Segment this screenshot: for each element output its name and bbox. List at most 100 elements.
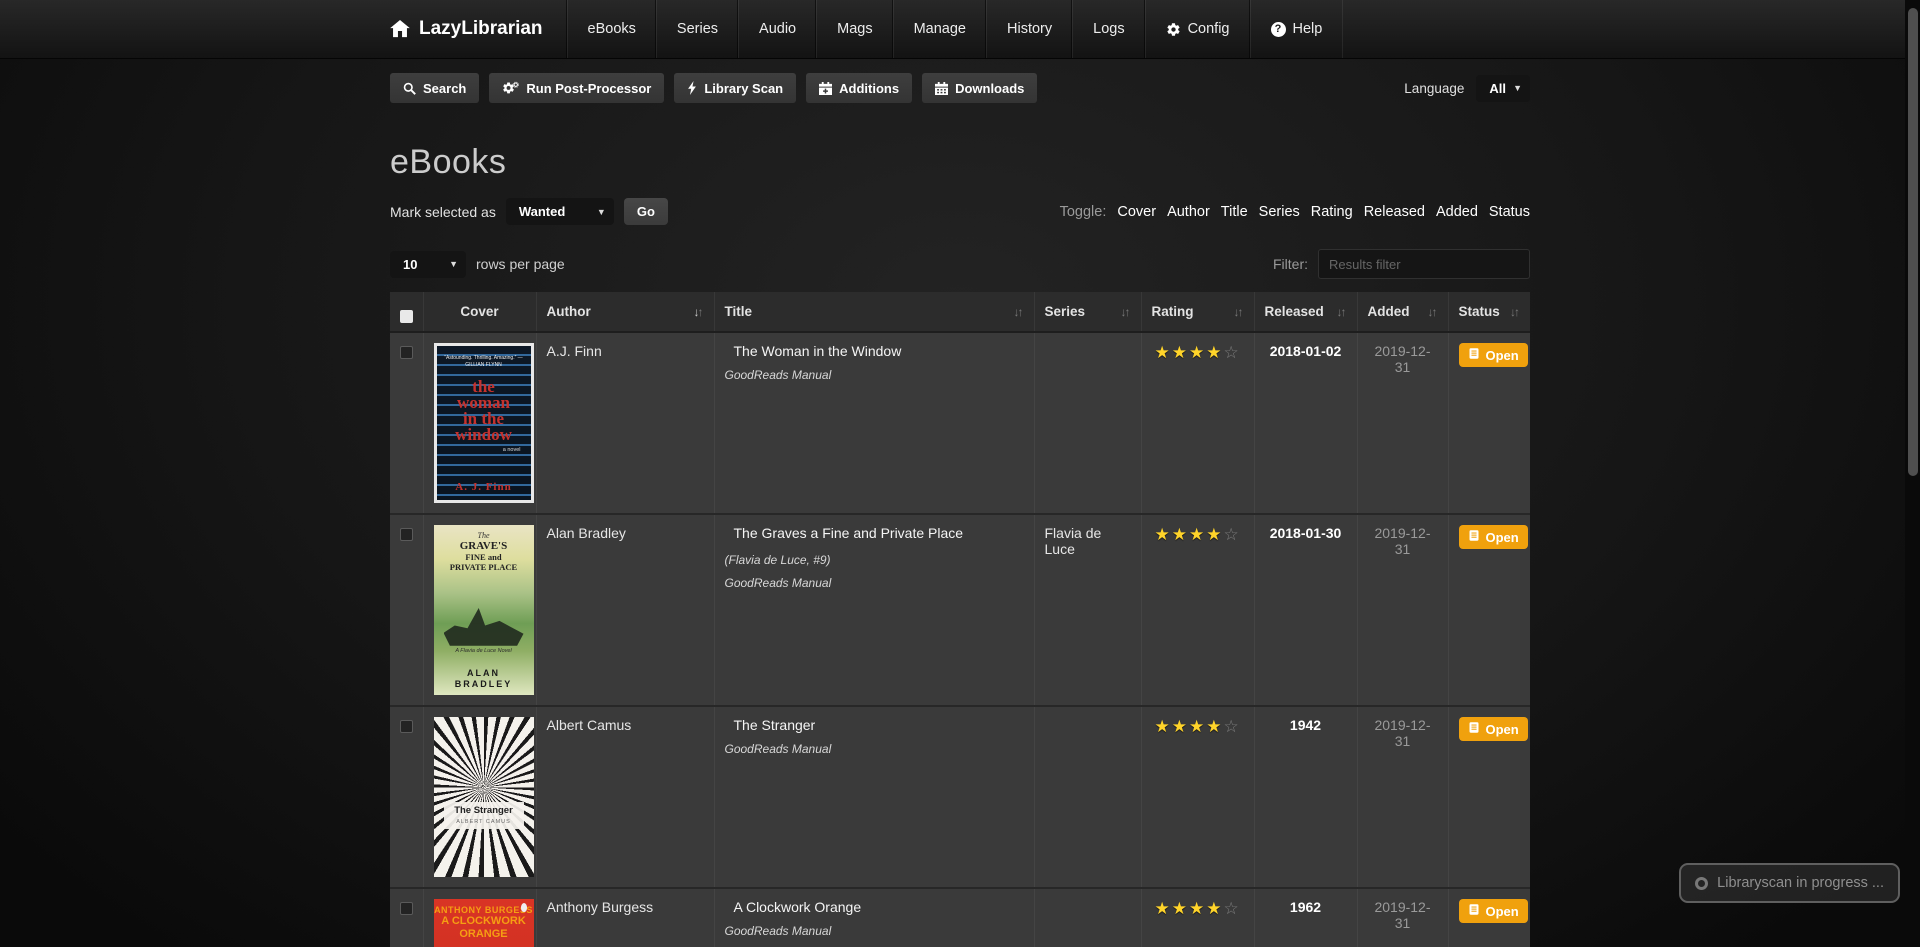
mark-selected-select[interactable]: Wanted ▼ <box>506 198 614 225</box>
top-navbar: LazyLibrarian eBooks Series Audio Mags M… <box>0 0 1920 59</box>
caret-down-icon: ▼ <box>597 207 606 217</box>
go-button[interactable]: Go <box>624 198 668 225</box>
book-cover[interactable]: ANTHONY BURGESS A CLOCKWORK ORANGE <box>434 899 534 947</box>
library-scan-button[interactable]: Library Scan <box>674 73 796 103</box>
header-added[interactable]: Added↓↑ <box>1357 292 1448 332</box>
mark-selected-label: Mark selected as <box>390 204 496 220</box>
nav-item-help[interactable]: ? Help <box>1250 0 1344 58</box>
language-label: Language <box>1404 81 1464 96</box>
author-cell: A.J. Finn <box>536 332 714 514</box>
header-cover[interactable]: Cover <box>423 292 536 332</box>
book-cover[interactable]: The Stranger ALBERT CAMUS <box>434 717 534 877</box>
author-name: Alan Bradley <box>547 525 626 541</box>
book-title-link[interactable]: The Graves a Fine and Private Place <box>734 525 964 541</box>
caret-down-icon: ▼ <box>1513 83 1522 93</box>
toggle-label: Toggle: <box>1060 204 1107 220</box>
table-header-row: Cover Author↓↑ Title↓↑ Series↓↑ Rating↓↑… <box>390 292 1530 332</box>
book-title-link[interactable]: A Clockwork Orange <box>734 899 862 915</box>
book-icon <box>1468 347 1480 363</box>
select-all-checkbox[interactable] <box>400 310 413 323</box>
header-status[interactable]: Status↓↑ <box>1448 292 1530 332</box>
book-title-link[interactable]: The Woman in the Window <box>734 343 902 359</box>
nav-item-mags[interactable]: Mags <box>816 0 892 58</box>
toggle-added[interactable]: Added <box>1436 204 1478 220</box>
toggle-series[interactable]: Series <box>1259 204 1300 220</box>
run-post-processor-button[interactable]: Run Post-Processor <box>489 73 664 103</box>
author-cell: Anthony Burgess <box>536 888 714 947</box>
header-rating[interactable]: Rating↓↑ <box>1141 292 1254 332</box>
author-name: Albert Camus <box>547 717 632 733</box>
additions-button[interactable]: Additions <box>806 73 912 103</box>
header-series[interactable]: Series↓↑ <box>1034 292 1141 332</box>
released-cell: 2018-01-02 <box>1254 332 1357 514</box>
nav-item-ebooks[interactable]: eBooks <box>567 0 656 58</box>
brand-link[interactable]: LazyLibrarian <box>390 0 567 58</box>
sort-icon: ↓↑ <box>1510 305 1520 319</box>
bolt-icon <box>687 81 697 95</box>
nav-item-audio[interactable]: Audio <box>738 0 816 58</box>
toggle-author[interactable]: Author <box>1167 204 1210 220</box>
book-cover[interactable]: The GRAVE'S FINE and PRIVATE PLACE A Fla… <box>434 525 534 695</box>
rating-stars: ★★★★☆ <box>1155 525 1241 544</box>
nav-item-manage[interactable]: Manage <box>893 0 986 58</box>
calendar-icon <box>935 82 948 95</box>
row-checkbox[interactable] <box>400 902 413 915</box>
open-button[interactable]: Open <box>1459 343 1528 367</box>
question-icon: ? <box>1271 22 1286 37</box>
book-cover[interactable]: “Astounding. Thrilling. Amazing.” —GILLI… <box>434 343 534 503</box>
released-cell: 2018-01-30 <box>1254 514 1357 706</box>
toggle-status[interactable]: Status <box>1489 204 1530 220</box>
row-checkbox[interactable] <box>400 720 413 733</box>
calendar-plus-icon <box>819 82 832 95</box>
scrollbar-thumb[interactable] <box>1908 8 1918 476</box>
nav-item-logs[interactable]: Logs <box>1072 0 1144 58</box>
table-row: “Astounding. Thrilling. Amazing.” —GILLI… <box>390 332 1530 514</box>
author-cell: Alan Bradley <box>536 514 714 706</box>
book-title-link[interactable]: The Stranger <box>734 717 816 733</box>
book-source: GoodReads Manual <box>725 742 1024 756</box>
gears-icon <box>502 81 519 95</box>
publisher-logo <box>521 903 527 912</box>
rows-per-page-select[interactable]: 10 ▼ <box>390 251 466 278</box>
header-title[interactable]: Title↓↑ <box>714 292 1034 332</box>
gear-icon <box>1166 22 1181 37</box>
open-button[interactable]: Open <box>1459 899 1528 923</box>
nav-item-series[interactable]: Series <box>656 0 738 58</box>
rows-per-page-label: rows per page <box>476 256 565 272</box>
book-source: GoodReads Manual <box>725 924 1024 938</box>
released-cell: 1942 <box>1254 706 1357 888</box>
rating-stars: ★★★★☆ <box>1155 899 1241 918</box>
released-cell: 1962 <box>1254 888 1357 947</box>
toggle-cover[interactable]: Cover <box>1117 204 1156 220</box>
search-button[interactable]: Search <box>390 73 479 103</box>
toggle-title[interactable]: Title <box>1221 204 1248 220</box>
added-cell: 2019-12-31 <box>1357 706 1448 888</box>
header-released[interactable]: Released↓↑ <box>1254 292 1357 332</box>
book-source: GoodReads Manual <box>725 576 1024 590</box>
sort-icon: ↓↑ <box>1337 305 1347 319</box>
series-note: (Flavia de Luce, #9) <box>725 553 1024 567</box>
author-name: A.J. Finn <box>547 343 602 359</box>
sort-icon: ↓↑ <box>1121 305 1131 319</box>
filter-input[interactable] <box>1318 249 1530 279</box>
language-select[interactable]: All ▼ <box>1476 75 1530 102</box>
row-checkbox[interactable] <box>400 528 413 541</box>
downloads-button[interactable]: Downloads <box>922 73 1037 103</box>
series-cell <box>1034 332 1141 514</box>
page-title: eBooks <box>390 143 1530 182</box>
toggle-released[interactable]: Released <box>1364 204 1425 220</box>
toast-text: Libraryscan in progress ... <box>1717 875 1884 891</box>
added-cell: 2019-12-31 <box>1357 514 1448 706</box>
book-icon <box>1468 721 1480 737</box>
toggle-rating[interactable]: Rating <box>1311 204 1353 220</box>
nav-item-config[interactable]: Config <box>1145 0 1250 58</box>
added-cell: 2019-12-31 <box>1357 888 1448 947</box>
rating-stars: ★★★★☆ <box>1155 343 1241 362</box>
nav-item-history[interactable]: History <box>986 0 1072 58</box>
row-checkbox[interactable] <box>400 346 413 359</box>
book-source: GoodReads Manual <box>725 368 1024 382</box>
open-button[interactable]: Open <box>1459 717 1528 741</box>
open-button[interactable]: Open <box>1459 525 1528 549</box>
header-author[interactable]: Author↓↑ <box>536 292 714 332</box>
sort-icon: ↓↑ <box>1014 305 1024 319</box>
